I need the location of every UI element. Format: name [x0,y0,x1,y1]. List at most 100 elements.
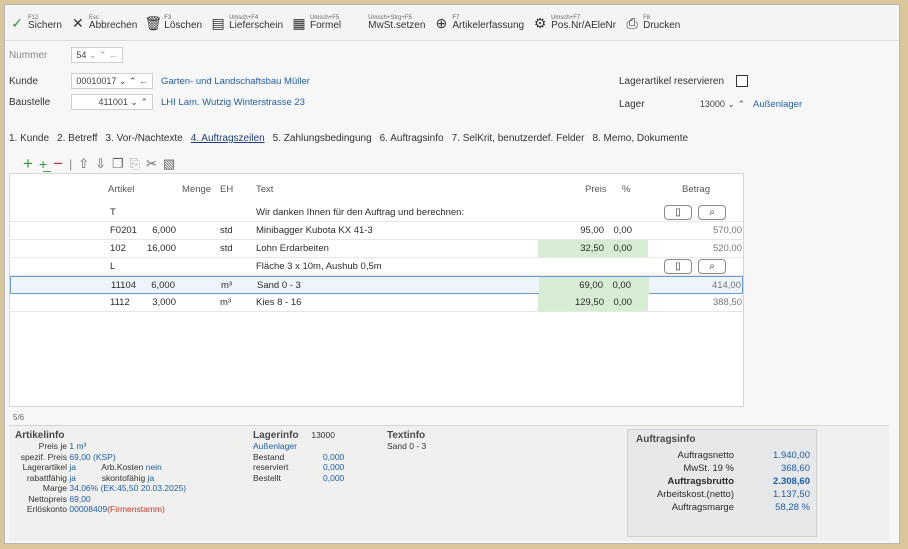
tab-2[interactable]: 2. Betreff [57,133,97,144]
text-cell[interactable]: Sand 0 - 3 [257,280,301,291]
nummer-field[interactable]: 54 ⌄ ⌃ ← [71,47,123,63]
paste-icon[interactable]: ⎘ [130,157,140,170]
drucken-button[interactable]: ⎙ F8 Drucken [624,8,681,38]
text-cell[interactable]: Minibagger Kubota KX 41-3 [256,225,373,236]
plus-circle-icon: ⊕ [435,14,448,31]
preis-cell[interactable]: 69,00 [579,280,603,291]
tab-6[interactable]: 6. Auftragsinfo [380,133,444,144]
artikel-cell[interactable]: 1112 [110,297,130,308]
kunde-name[interactable]: Garten- und Landschaftsbau Müller [161,76,310,87]
cut-icon[interactable]: ✂ [146,157,157,170]
artikel-cell[interactable]: F0201 [110,225,137,236]
table-row[interactable]: 1112 3,000 m³ Kies 8 - 16 129,50 0,00 388,50 [10,294,743,312]
kunde-field[interactable]: 00010017 ⌄ ⌃ ← [71,73,153,89]
col-preis[interactable]: Preis [585,184,607,195]
delete-row-icon[interactable]: − [53,155,63,172]
eh-cell[interactable]: m³ [221,280,232,291]
col-eh[interactable]: EH [220,184,233,195]
toolbar-label: Abbrechen [88,19,138,31]
percent-cell[interactable]: 0,00 [614,297,633,308]
menge-cell[interactable]: 3,000 [152,297,176,308]
move-down-icon[interactable]: ⇩ [95,157,106,170]
pos-nr-aelenr-button[interactable]: ⚙ Umsch+F7 Pos.Nr/AEleNr [532,8,616,38]
kunde-dropdown-icon[interactable]: ⌄ ⌃ ← [119,76,148,87]
tab-7[interactable]: 7. SelKrit, benutzerdef. Felder [452,133,585,144]
betrag-cell[interactable]: 520,00 [713,243,742,254]
artikel-cell[interactable]: 11104 [111,280,136,291]
text-cell[interactable]: Kies 8 - 16 [256,297,301,308]
add-row-icon[interactable]: + [23,155,33,172]
preis-cell[interactable]: 32,50 [580,243,604,254]
erloeskonto-value: 00008409 [69,504,108,514]
lagerinfo-number: 13000 [311,430,335,440]
menge-cell[interactable]: 6,000 [152,225,176,236]
nummer-stepper-icon[interactable]: ⌄ ⌃ ← [89,50,118,61]
baustelle-value: 411001 [98,97,128,107]
toolbar-label-group: F8 Drucken [643,15,680,31]
baustelle-name[interactable]: LHI Lam. Wutzig Winterstrasse 23 [161,97,305,108]
col-menge[interactable]: Menge [182,184,211,195]
preis-cell[interactable]: 129,50 [575,297,604,308]
lager-dropdown-icon[interactable]: ⌄ ⌃ [727,99,745,110]
mwst-setzen-button[interactable]: Umsch+Strg+F5 MwSt.setzen [349,8,425,38]
baustelle-field[interactable]: 411001 ⌄ ⌃ [71,94,153,110]
lieferschein-button[interactable]: ▤ Umsch+F4 Lieferschein [210,8,283,38]
skontofaehig-value: ja [147,472,155,483]
artikelerfassung-button[interactable]: ⊕ F7 Artikelerfassung [433,8,525,38]
lagerartikel-info-label: Lagerartikel [22,462,67,472]
text-cell[interactable]: Fläche 3 x 10m, Aushub 0,5m [256,261,382,272]
eh-cell[interactable]: m³ [220,297,231,308]
note-icon[interactable]: ▯ [664,259,692,274]
eh-cell[interactable]: std [220,225,233,236]
insert-row-icon[interactable]: +̲ [39,157,47,171]
percent-cell[interactable]: 0,00 [613,280,632,291]
table-row[interactable]: T Wir danken Ihnen für den Auftrag und be… [10,204,743,222]
table-row[interactable]: L Fläche 3 x 10m, Aushub 0,5m ▯ ⌕ [10,258,743,276]
auftragsinfo-title: Auftragsinfo [636,434,696,445]
lager-name[interactable]: Außenlager [753,99,802,110]
tab-8[interactable]: 8. Memo, Dokumente [592,133,688,144]
eh-cell[interactable]: std [220,243,233,254]
col-percent[interactable]: % [622,184,630,195]
table-row[interactable]: F0201 6,000 std Minibagger Kubota KX 41-3 95… [10,222,743,240]
move-up-icon[interactable]: ⇧ [78,157,89,170]
search-icon[interactable]: ⌕ [698,259,726,274]
formel-button[interactable]: ▦ Umsch+F5 Formel [291,8,341,38]
artikel-cell[interactable]: L [110,261,115,272]
erloeskonto-label: Erlöskonto [26,504,67,514]
toolbar-label: Lieferschein [229,19,284,31]
l-schen-button[interactable]: 🗑 F3 Löschen [144,8,202,38]
artikel-cell[interactable]: 102 [110,243,126,254]
lager-field[interactable]: 13000 ⌄ ⌃ [667,96,749,112]
col-artikel[interactable]: Artikel [108,184,134,195]
tab-4[interactable]: 4. Auftragszeilen [191,133,265,144]
table-row[interactable]: 102 16,000 std Lohn Erdarbeiten 32,50 0,00 520… [10,240,743,258]
percent-cell[interactable]: 0,00 [614,243,633,254]
baustelle-dropdown-icon[interactable]: ⌄ ⌃ [130,97,148,108]
note-icon[interactable]: ▯ [664,205,692,220]
trash-icon: 🗑 [144,14,163,31]
sichern-button[interactable]: ✓ F12 Sichern [9,8,62,38]
betrag-cell[interactable]: 388,50 [713,297,742,308]
lagerartikel-checkbox[interactable] [736,75,749,87]
artikel-cell[interactable]: T [110,207,116,218]
menge-cell[interactable]: 6,000 [151,280,175,291]
menge-cell[interactable]: 16,000 [147,243,176,254]
text-cell[interactable]: Lohn Erdarbeiten [256,243,329,254]
col-text[interactable]: Text [256,184,273,195]
bestand-value: 0,000 [323,451,345,462]
image-icon[interactable]: ▧ [163,157,175,170]
preis-cell[interactable]: 95,00 [580,225,604,236]
tab-1[interactable]: 1. Kunde [9,133,49,144]
copy-icon[interactable]: ❐ [112,157,124,170]
col-betrag[interactable]: Betrag [682,184,710,195]
text-cell[interactable]: Wir danken Ihnen für den Auftrag und ber… [256,207,464,218]
tab-3[interactable]: 3. Vor-/Nachtexte [105,133,182,144]
tab-5[interactable]: 5. Zahlungsbedingung [273,133,372,144]
abbrechen-button[interactable]: ✕ Esc Abbrechen [70,8,137,38]
search-icon[interactable]: ⌕ [698,205,726,220]
table-row[interactable]: 11104 6,000 m³ Sand 0 - 3 69,00 0,00 414,00 [10,276,743,294]
betrag-cell[interactable]: 414,00 [712,280,741,291]
betrag-cell[interactable]: 570,00 [713,225,742,236]
percent-cell[interactable]: 0,00 [614,225,633,236]
